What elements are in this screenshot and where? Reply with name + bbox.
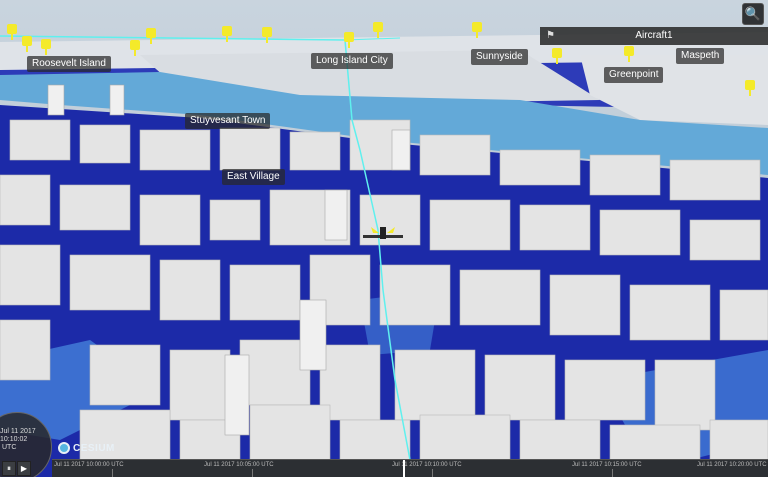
place-label-long-island-city: Long Island City <box>311 53 393 69</box>
map-pin[interactable] <box>146 28 156 44</box>
place-label-stuyvesant-town: Stuyvesant Town <box>185 113 271 129</box>
timeline-tick <box>112 469 113 477</box>
pause-button[interactable]: ⏸ <box>2 461 16 476</box>
timeline-tick <box>612 469 613 477</box>
place-label-maspeth: Maspeth <box>676 48 725 64</box>
clock-time: 10:10:02 <box>0 436 28 443</box>
cesium-logo-icon <box>58 442 70 454</box>
map-pin[interactable] <box>41 39 51 55</box>
clock-zone: UTC <box>2 444 17 451</box>
map-pin[interactable] <box>472 22 482 38</box>
map-pin[interactable] <box>262 27 272 43</box>
map-pin[interactable] <box>745 80 755 96</box>
map-pin[interactable] <box>22 36 32 52</box>
search-icon: 🔍 <box>744 6 762 21</box>
cesium-logo-text: CESIUM <box>73 442 115 454</box>
timeline[interactable]: Jul 11 2017 10:00:00 UTC Jul 11 2017 10:… <box>52 459 768 477</box>
map-pin[interactable] <box>7 24 17 40</box>
selection-info-panel[interactable]: ⚑ Aircraft1 <box>540 27 768 45</box>
timeline-tick <box>252 469 253 477</box>
place-label-roosevelt-island: Roosevelt Island <box>27 56 111 72</box>
map-pin[interactable] <box>344 32 354 48</box>
clock-date: Jul 11 2017 <box>0 428 36 435</box>
cesium-logo[interactable]: CESIUM <box>58 442 115 454</box>
map-pin[interactable] <box>624 46 634 62</box>
timeline-tick <box>432 469 433 477</box>
map-pin[interactable] <box>222 26 232 42</box>
timeline-tick-label: Jul 11 2017 10:00:00 UTC <box>54 462 124 468</box>
search-button[interactable]: 🔍 <box>742 3 764 25</box>
place-label-east-village: East Village <box>222 169 285 185</box>
place-label-sunnyside: Sunnyside <box>471 49 528 65</box>
play-button[interactable]: ▶ <box>17 461 31 476</box>
timeline-needle[interactable] <box>403 460 405 477</box>
place-label-greenpoint: Greenpoint <box>604 67 664 83</box>
cesium-viewer[interactable]: Roosevelt Island Long Island City Sunnys… <box>0 0 768 477</box>
map-pin[interactable] <box>552 48 562 64</box>
timeline-tick-label: Jul 11 2017 10:15:00 UTC <box>572 462 642 468</box>
map-pin[interactable] <box>373 22 383 38</box>
selected-entity-name: Aircraft1 <box>635 30 673 41</box>
map-pin[interactable] <box>130 40 140 56</box>
timeline-tick-label: Jul 11 2017 10:05:00 UTC <box>204 462 274 468</box>
timeline-tick-label: Jul 11 2017 10:20:00 UTC <box>697 462 767 468</box>
